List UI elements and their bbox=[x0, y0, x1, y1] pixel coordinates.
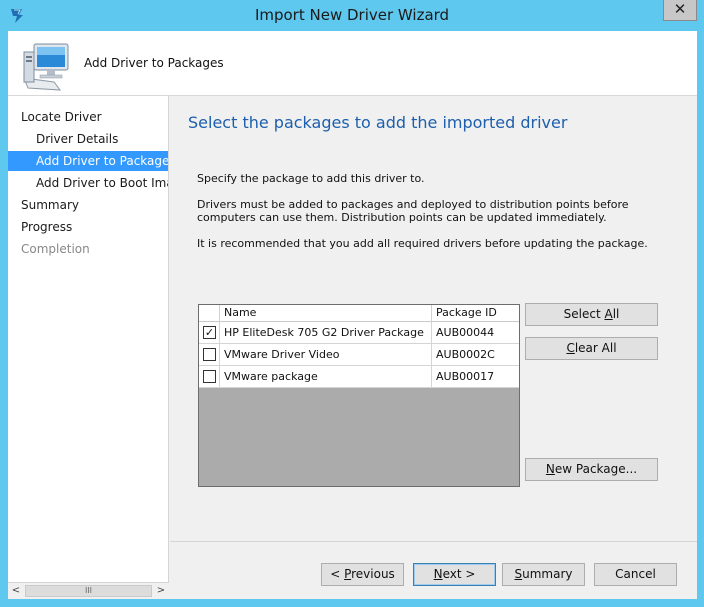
nav-item-summary: Summary bbox=[21, 198, 79, 212]
package-id-cell: AUB00044 bbox=[436, 326, 495, 339]
packages-grid[interactable]: Name Package ID ✓ HP EliteDesk 705 G2 Dr… bbox=[198, 304, 520, 487]
nav-item-add-driver-to-packages: Add Driver to Packages bbox=[8, 151, 168, 171]
column-header-package-id[interactable]: Package ID bbox=[432, 305, 520, 322]
next-accelerator: N bbox=[433, 567, 443, 581]
window-title: Import New Driver Wizard bbox=[254, 6, 450, 24]
scrollbar-thumb[interactable]: III bbox=[25, 585, 152, 597]
instruction-text: Specify the package to add this driver t… bbox=[197, 172, 425, 185]
new-package-accelerator: N bbox=[545, 462, 555, 476]
checkbox-cell bbox=[199, 366, 220, 387]
package-name-cell: VMware Driver Video bbox=[220, 344, 432, 365]
nav-item-progress: Progress bbox=[21, 220, 73, 234]
info-text: Drivers must be added to packages and de… bbox=[197, 198, 629, 224]
package-id-cell: AUB0002C bbox=[436, 348, 495, 361]
wizard-header: Add Driver to Packages bbox=[8, 31, 697, 96]
computer-icon bbox=[20, 38, 76, 92]
checkbox-column-header bbox=[199, 305, 220, 322]
recommendation-text: It is recommended that you add all requi… bbox=[197, 237, 648, 250]
package-name-cell: VMware package bbox=[220, 366, 432, 387]
header-title: Add Driver to Packages bbox=[84, 56, 224, 70]
package-name-cell: HP EliteDesk 705 G2 Driver Package bbox=[220, 322, 432, 343]
select-all-accelerator: A bbox=[604, 307, 613, 321]
nav-item-completion: Completion bbox=[21, 242, 90, 256]
previous-button[interactable]: < Previous bbox=[321, 563, 404, 586]
table-row[interactable]: ✓ HP EliteDesk 705 G2 Driver Package AUB… bbox=[199, 322, 519, 344]
cancel-button[interactable]: Cancel bbox=[594, 563, 677, 586]
package-checkbox[interactable] bbox=[203, 370, 216, 383]
previous-label-prefix: < bbox=[330, 567, 345, 581]
close-button[interactable]: ✕ bbox=[663, 0, 697, 21]
summary-label-suffix: ummary bbox=[522, 567, 573, 581]
wizard-steps-nav: Locate Driver Driver Details Add Driver … bbox=[8, 96, 169, 599]
package-checkbox[interactable] bbox=[203, 348, 216, 361]
next-button[interactable]: Next > bbox=[413, 563, 496, 586]
nav-item-locate-driver: Locate Driver bbox=[21, 110, 102, 124]
footer-divider bbox=[170, 541, 697, 542]
package-checkbox[interactable]: ✓ bbox=[203, 326, 216, 339]
checkbox-cell: ✓ bbox=[199, 322, 220, 343]
nav-item-add-driver-to-boot-images: Add Driver to Boot Images bbox=[36, 176, 168, 190]
new-package-button[interactable]: New Package... bbox=[525, 458, 658, 481]
select-all-button[interactable]: Select All bbox=[525, 303, 658, 326]
summary-button[interactable]: Summary bbox=[502, 563, 585, 586]
scroll-left-arrow-icon[interactable]: < bbox=[8, 583, 24, 599]
nav-item-driver-details: Driver Details bbox=[36, 132, 119, 146]
clear-all-accelerator: C bbox=[566, 341, 575, 355]
scroll-right-arrow-icon[interactable]: > bbox=[153, 583, 169, 599]
table-row[interactable]: VMware package AUB00017 bbox=[199, 366, 519, 388]
column-header-name[interactable]: Name bbox=[220, 305, 432, 322]
summary-accelerator: S bbox=[514, 567, 523, 581]
package-id-cell: AUB00017 bbox=[436, 370, 495, 383]
previous-label-suffix: revious bbox=[351, 567, 395, 581]
clear-all-label-suffix: lear All bbox=[574, 341, 617, 355]
grid-header: Name Package ID bbox=[199, 305, 519, 322]
new-package-label-suffix: ew Package... bbox=[554, 462, 638, 476]
select-all-label-suffix: ll bbox=[612, 307, 620, 321]
nav-horizontal-scrollbar[interactable]: < III > bbox=[8, 582, 169, 599]
checkbox-cell bbox=[199, 344, 220, 365]
table-row[interactable]: VMware Driver Video AUB0002C bbox=[199, 344, 519, 366]
clear-all-button[interactable]: Clear All bbox=[525, 337, 658, 360]
next-label-suffix: ext > bbox=[442, 567, 476, 581]
page-heading: Select the packages to add the imported … bbox=[188, 113, 568, 132]
select-all-label-prefix: Select bbox=[563, 307, 605, 321]
